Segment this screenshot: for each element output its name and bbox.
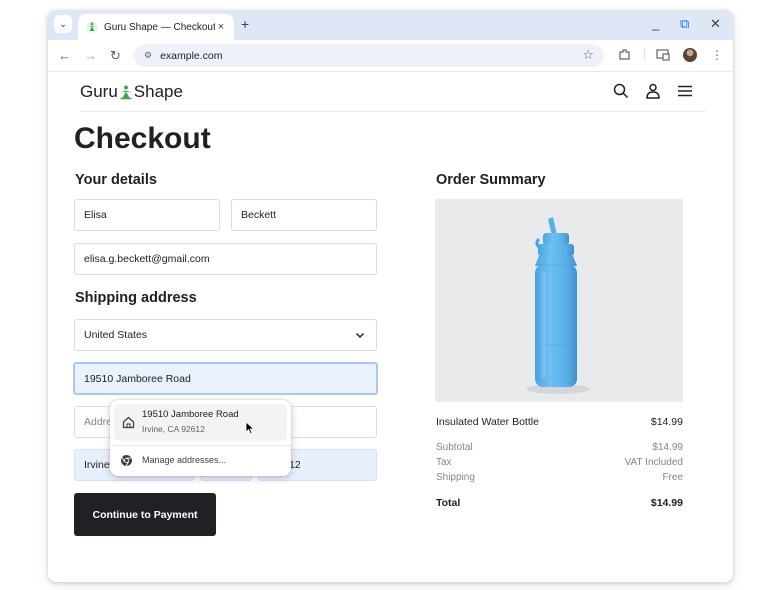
country-value: United States <box>84 329 148 341</box>
account-icon[interactable] <box>644 82 662 100</box>
autofill-divider <box>110 445 291 446</box>
chevron-down-icon: ⌄ <box>59 18 67 29</box>
site-favicon-icon <box>85 21 98 34</box>
restore-button[interactable]: ⧉ <box>680 16 689 32</box>
site-info-icon[interactable]: ⚙ <box>144 50 152 61</box>
shipping-row: Shipping Free <box>436 472 683 483</box>
email-field[interactable]: elisa.g.beckett@gmail.com <box>74 243 377 275</box>
continue-to-payment-button[interactable]: Continue to Payment <box>74 493 216 536</box>
shipping-address-heading: Shipping address <box>75 290 197 306</box>
shipping-value: Free <box>662 472 683 483</box>
chevron-down-icon <box>355 332 365 339</box>
address-bar[interactable]: ⚙ example.com ☆ <box>134 44 604 67</box>
water-bottle-illustration <box>435 199 683 402</box>
tab-close-icon[interactable]: × <box>215 21 227 33</box>
reading-mode-icon[interactable] <box>656 48 670 64</box>
item-price: $14.99 <box>650 416 683 428</box>
address-line1-input[interactable]: 19510 Jamboree Road <box>73 362 378 395</box>
first-name-field[interactable]: Elisa <box>74 199 220 231</box>
tax-row: Tax VAT Included <box>436 457 683 468</box>
manage-addresses-link[interactable]: Manage addresses... <box>142 455 226 465</box>
home-icon <box>122 416 135 429</box>
search-icon[interactable] <box>612 82 630 100</box>
forward-arrow-icon[interactable]: → <box>84 48 97 63</box>
chrome-logo-icon <box>121 455 132 467</box>
total-label: Total <box>436 497 461 509</box>
suggestion-street: 19510 Jamboree Road <box>142 409 239 420</box>
hamburger-menu-icon[interactable] <box>676 82 694 100</box>
item-name: Insulated Water Bottle <box>436 416 539 428</box>
browser-tab-active[interactable]: Guru Shape — Checkout × <box>78 14 234 40</box>
new-tab-button[interactable]: + <box>241 16 249 32</box>
address-line2-placeholder: Addre <box>84 416 113 428</box>
shipping-label: Shipping <box>436 472 475 483</box>
site-header: Guru Shape <box>80 72 706 112</box>
total-value: $14.99 <box>650 497 683 509</box>
last-name-field[interactable]: Beckett <box>231 199 377 231</box>
tab-strip: ⌄ Guru Shape — Checkout × + _ ⧉ ✕ <box>48 10 733 40</box>
autofill-suggestion[interactable]: 19510 Jamboree Road Irvine, CA 92612 <box>114 404 287 441</box>
back-arrow-icon[interactable]: ← <box>58 48 71 63</box>
tab-title: Guru Shape — Checkout <box>104 21 215 33</box>
country-select[interactable]: United States <box>74 319 377 351</box>
city-value: Irvine <box>84 459 110 471</box>
logo-text-left: Guru <box>80 82 118 101</box>
minimize-button[interactable]: _ <box>652 16 659 31</box>
site-logo[interactable]: Guru Shape <box>80 82 183 102</box>
browser-window: ⌄ Guru Shape — Checkout × + _ ⧉ ✕ ← → ↻ … <box>48 10 733 582</box>
browser-toolbar: ← → ↻ ⚙ example.com ☆ | ⋮ <box>48 40 733 72</box>
toolbar-divider: | <box>643 46 647 60</box>
close-window-button[interactable]: ✕ <box>710 16 721 32</box>
first-name-value: Elisa <box>84 209 107 221</box>
reload-icon[interactable]: ↻ <box>110 48 121 64</box>
address-line1-value: 19510 Jamboree Road <box>84 372 191 385</box>
more-menu-icon[interactable]: ⋮ <box>711 48 723 62</box>
extensions-icon[interactable] <box>618 48 631 64</box>
tax-value: VAT Included <box>624 457 683 468</box>
url-text: example.com <box>160 49 223 62</box>
last-name-value: Beckett <box>241 209 277 221</box>
address-autofill-dropdown: 19510 Jamboree Road Irvine, CA 92612 Man… <box>110 400 291 476</box>
total-row: Total $14.99 <box>436 497 683 509</box>
mouse-cursor-icon <box>245 421 255 435</box>
tab-search-button[interactable]: ⌄ <box>54 15 72 33</box>
subtotal-value: $14.99 <box>652 442 683 453</box>
page-title: Checkout <box>74 122 211 155</box>
email-value: elisa.g.beckett@gmail.com <box>84 253 210 265</box>
order-summary-heading: Order Summary <box>436 172 546 188</box>
profile-avatar[interactable] <box>683 48 697 62</box>
subtotal-row: Subtotal $14.99 <box>436 442 683 453</box>
bookmark-star-icon[interactable]: ☆ <box>582 47 594 63</box>
subtotal-label: Subtotal <box>436 442 473 453</box>
tax-label: Tax <box>436 457 452 468</box>
logo-text-right: Shape <box>133 82 183 101</box>
suggestion-city: Irvine, CA 92612 <box>142 424 205 434</box>
summary-item-row: Insulated Water Bottle $14.99 <box>436 416 683 428</box>
meditation-figure-icon <box>119 85 132 100</box>
your-details-heading: Your details <box>75 172 157 188</box>
product-image <box>435 199 683 402</box>
